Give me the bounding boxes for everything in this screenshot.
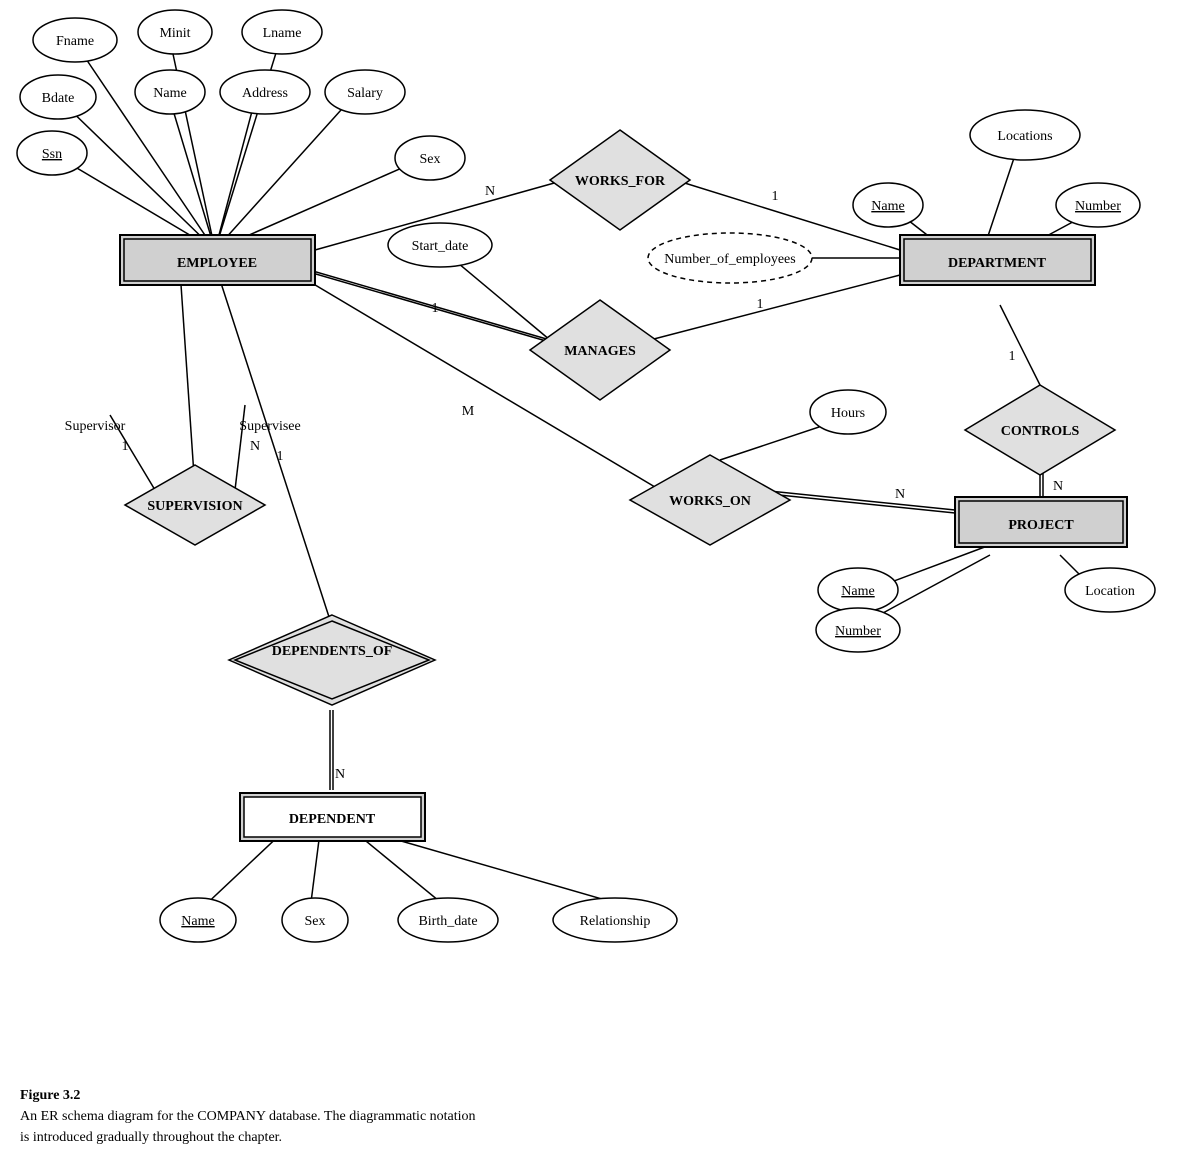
dependent-label: DEPENDENT <box>289 812 376 827</box>
dep-sex-attr: Sex <box>305 914 326 929</box>
address-attr: Address <box>242 86 288 101</box>
caption-line2: is introduced gradually throughout the c… <box>20 1130 282 1145</box>
n-supervision: N <box>250 439 260 454</box>
1-works-for-dept: 1 <box>772 189 779 204</box>
salary-attr: Salary <box>347 86 383 101</box>
dep-name-attr: Name <box>181 914 214 929</box>
project-label: PROJECT <box>1008 518 1074 533</box>
1-controls-dept: 1 <box>1009 349 1016 364</box>
dependents-of-label: DEPENDENTS_OF <box>272 644 393 659</box>
location-attr: Location <box>1085 584 1135 599</box>
1-supervision: 1 <box>122 439 129 454</box>
figure-caption: Figure 3.2 An ER schema diagram for the … <box>20 1085 476 1148</box>
n-controls-proj: N <box>1053 479 1063 494</box>
controls-label: CONTROLS <box>1001 424 1080 439</box>
department-label: DEPARTMENT <box>948 256 1047 271</box>
locations-attr: Locations <box>997 129 1052 144</box>
employee-label: EMPLOYEE <box>177 256 257 271</box>
bdate-attr: Bdate <box>42 91 75 106</box>
dept-name-attr: Name <box>871 199 904 214</box>
lname-attr: Lname <box>263 26 302 41</box>
dept-number-attr: Number <box>1075 199 1121 214</box>
birth-date-attr: Birth_date <box>418 914 477 929</box>
sex-emp-attr: Sex <box>420 152 441 167</box>
works-for-label: WORKS_FOR <box>575 174 666 189</box>
start-date-attr: Start_date <box>412 239 469 254</box>
emp-name-attr: Name <box>153 86 186 101</box>
proj-name-attr: Name <box>841 584 874 599</box>
1-manages-dept: 1 <box>757 297 764 312</box>
1-dependents-of: 1 <box>277 449 284 464</box>
supervisor-label: Supervisor <box>65 419 126 434</box>
n-dependents-of: N <box>335 767 345 782</box>
proj-number-attr: Number <box>835 624 881 639</box>
ssn-attr: Ssn <box>42 147 62 162</box>
supervision-label: SUPERVISION <box>147 499 242 514</box>
hours-attr: Hours <box>831 406 865 421</box>
er-diagram: text { font-family: 'Times New Roman', T… <box>0 0 1201 1080</box>
fname-attr: Fname <box>56 34 94 49</box>
figure-title: Figure 3.2 <box>20 1088 80 1103</box>
n-works-on-proj: N <box>895 487 905 502</box>
1-manages-emp: 1 <box>432 301 439 316</box>
supervisee-label: Supervisee <box>239 419 300 434</box>
m-works-on-emp: M <box>462 404 475 419</box>
works-on-label: WORKS_ON <box>669 494 751 509</box>
manages-label: MANAGES <box>564 344 636 359</box>
minit-attr: Minit <box>159 26 190 41</box>
n-works-for-emp: N <box>485 184 495 199</box>
caption-line1: An ER schema diagram for the COMPANY dat… <box>20 1109 476 1124</box>
num-employees-attr: Number_of_employees <box>664 252 795 267</box>
relationship-attr: Relationship <box>580 914 651 929</box>
